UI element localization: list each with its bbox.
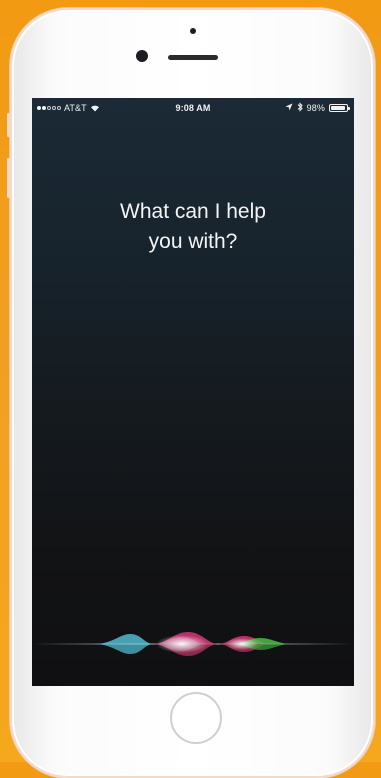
bluetooth-icon — [297, 102, 303, 114]
waveform-highlight — [156, 635, 208, 653]
front-camera — [136, 50, 148, 62]
battery-icon — [329, 104, 350, 112]
phone-device: AT&T 9:08 AM 98% What can I help you wit… — [7, 8, 375, 778]
status-right: 98% — [285, 102, 350, 114]
proximity-sensor — [190, 28, 196, 34]
phone-screen: AT&T 9:08 AM 98% What can I help you wit… — [32, 98, 354, 686]
waveform-highlight — [226, 638, 258, 650]
siri-prompt-line-1: What can I help — [120, 200, 266, 223]
volume-up-button — [7, 158, 10, 198]
siri-prompt: What can I help you with? — [32, 197, 354, 257]
siri-prompt-line-2: you with? — [148, 230, 238, 253]
battery-percentage: 98% — [306, 103, 325, 113]
status-bar: AT&T 9:08 AM 98% — [32, 98, 354, 118]
mute-switch — [7, 113, 10, 137]
siri-waveform[interactable] — [32, 624, 354, 664]
location-arrow-icon — [285, 103, 293, 113]
battery-fill — [331, 106, 345, 110]
earpiece-speaker — [168, 55, 218, 60]
home-button[interactable] — [170, 692, 222, 744]
